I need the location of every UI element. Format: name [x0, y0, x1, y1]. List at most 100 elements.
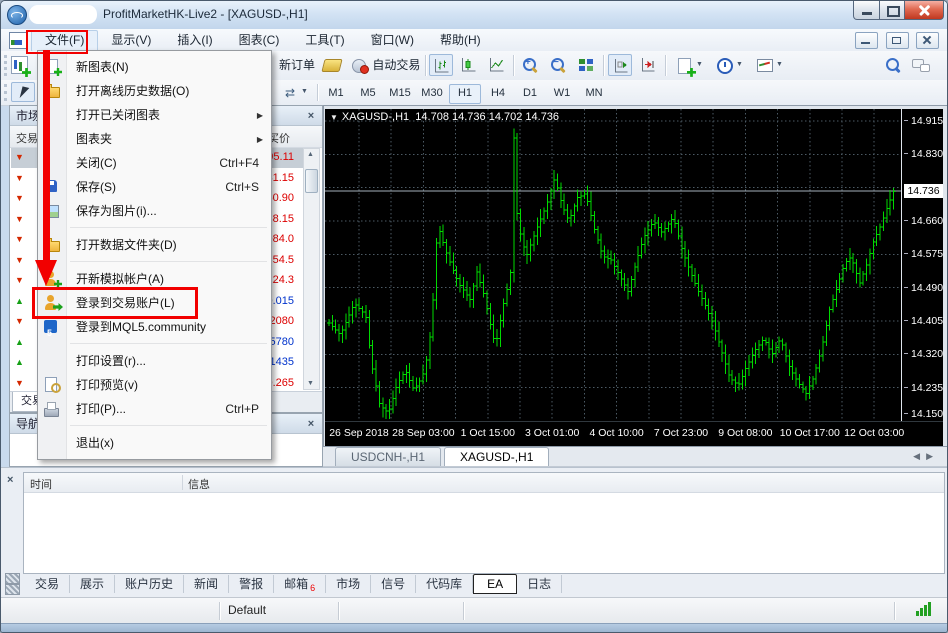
navigator-close-icon[interactable]: × [304, 417, 318, 431]
chat-button[interactable] [909, 54, 933, 76]
terminal-close-icon[interactable]: × [7, 474, 13, 486]
menu-item-open-offline[interactable]: 打开离线历史数据(O) [38, 79, 271, 103]
search-icon [884, 56, 902, 74]
price-scale[interactable]: 14.91514.83014.66014.57514.49014.40514.3… [902, 109, 944, 421]
menu-item-print-preview[interactable]: 打印预览(v) [38, 373, 271, 397]
new-order-button[interactable]: 新订单 [273, 54, 321, 76]
chart-window-icon[interactable] [9, 32, 27, 49]
tile-windows-icon [577, 56, 595, 74]
minimize-button[interactable] [853, 1, 880, 20]
mdi-close-button[interactable] [916, 32, 939, 49]
arrow-down-icon: ▼ [15, 255, 24, 265]
menu-item-print[interactable]: 打印(P)...Ctrl+P [38, 397, 271, 421]
timeframe-m15[interactable]: M15 [385, 84, 415, 102]
menu-item-open-closed-chart[interactable]: 打开已关闭图表▶ [38, 103, 271, 127]
timeframe-m30[interactable]: M30 [417, 84, 447, 102]
tab-codebase[interactable]: 代码库 [416, 575, 473, 593]
close-button[interactable] [904, 1, 944, 20]
zoom-out-button[interactable]: − [546, 54, 570, 76]
chart-tab-usdcnhh1[interactable]: USDCNH-,H1 [335, 447, 441, 466]
timeframe-m5[interactable]: M5 [353, 84, 383, 102]
menu-item-print-setup[interactable]: 打印设置(r)... [38, 349, 271, 373]
menu-item-save-picture[interactable]: 保存为图片(i)... [38, 199, 271, 223]
time-axis[interactable]: 26 Sep 201828 Sep 03:001 Oct 15:003 Oct … [325, 421, 945, 446]
tile-windows-button[interactable] [574, 54, 598, 76]
indicators-button[interactable]: ▼ [670, 54, 709, 76]
tab-journal[interactable]: 日志 [517, 575, 562, 593]
menubar-item-charts[interactable]: 图表(C) [226, 30, 293, 50]
menu-item-close[interactable]: 关闭(C)Ctrl+F4 [38, 151, 271, 175]
chart-candles-button[interactable] [457, 54, 481, 76]
tab-scroll-arrows[interactable]: ◀▶ [913, 451, 939, 462]
timeframe-w1[interactable]: W1 [547, 84, 577, 102]
arrow-down-icon: ▼ [15, 234, 24, 244]
tab-signals[interactable]: 信号 [371, 575, 416, 593]
scroll-down-icon[interactable]: ▼ [306, 380, 315, 387]
candlestick-icon [461, 57, 477, 73]
scrollbar-thumb[interactable] [305, 169, 318, 193]
maximize-button[interactable] [879, 1, 905, 20]
menu-item-exit[interactable]: 退出(x) [38, 431, 271, 455]
annotation-arrow-shaft [43, 50, 50, 264]
menu-item-profiles[interactable]: 图表夹▶ [38, 127, 271, 151]
tab-exposure[interactable]: 展示 [70, 575, 115, 593]
tab-ea[interactable]: EA [473, 574, 517, 594]
menubar-item-help[interactable]: 帮助(H) [427, 30, 494, 50]
zoom-in-button[interactable]: + [518, 54, 542, 76]
menubar-item-view[interactable]: 显示(V) [98, 30, 164, 50]
time-tick-label: 4 Oct 10:00 [589, 427, 643, 439]
menubar-item-tools[interactable]: 工具(T) [292, 30, 357, 50]
auto-scroll-button[interactable] [636, 54, 660, 76]
chart-tab-xagusdh1[interactable]: XAGUSD-,H1 [444, 447, 549, 466]
toolbar-drag-handle[interactable] [4, 55, 10, 76]
tab-trade[interactable]: 交易 [25, 575, 70, 593]
new-chart-icon[interactable] [11, 56, 28, 74]
menu-item-new-chart[interactable]: 新图表(N) [38, 55, 271, 79]
chart-plot[interactable]: ▼XAGUSD-,H1 14.708 14.736 14.702 14.736 [325, 109, 901, 421]
timeframe-h1[interactable]: H1 [449, 84, 481, 104]
eraser-icon[interactable] [321, 59, 342, 72]
market-watch-scrollbar[interactable]: ▲ ▼ [303, 148, 320, 390]
chart-bars-button[interactable] [429, 54, 453, 76]
cursor-tool-button[interactable] [11, 82, 35, 102]
time-tick-label: 1 Oct 15:00 [461, 427, 515, 439]
periods-button[interactable]: ▼ [710, 54, 749, 76]
tab-mailbox[interactable]: 邮箱6 [274, 575, 326, 593]
tab-mailbox-alerts[interactable]: 警报 [229, 575, 274, 593]
menubar-item-insert[interactable]: 插入(I) [164, 30, 225, 50]
chart-shift-button[interactable] [608, 54, 632, 76]
column-header-message[interactable]: 信息 [188, 476, 210, 492]
menu-item-data-folder[interactable]: 打开数据文件夹(D) [38, 233, 271, 257]
column-divider[interactable] [182, 475, 183, 490]
menu-separator [38, 257, 271, 267]
menu-item-save[interactable]: 保存(S)Ctrl+S [38, 175, 271, 199]
scroll-up-icon[interactable]: ▲ [306, 151, 315, 158]
search-button[interactable] [881, 54, 905, 76]
menu-item-label: 新图表(N) [76, 60, 129, 74]
timeframe-d1[interactable]: D1 [515, 84, 545, 102]
timeframe-h4[interactable]: H4 [483, 84, 513, 102]
time-tick-label: 26 Sep 2018 [329, 427, 389, 439]
chevron-down-icon: ▼ [736, 61, 743, 68]
tab-news[interactable]: 新闻 [184, 575, 229, 593]
autotrade-button[interactable]: 自动交易 [345, 54, 426, 76]
profile-label[interactable]: Default [228, 603, 266, 617]
chart-line-button[interactable] [485, 54, 509, 76]
mdi-minimize-button[interactable] [855, 32, 878, 49]
chat-icon [912, 56, 930, 74]
menu-item-label: 退出(x) [76, 436, 114, 450]
tab-account-history[interactable]: 账户历史 [115, 575, 184, 593]
timeframe-mn[interactable]: MN [579, 84, 609, 102]
price-tick-label: 14.320 [904, 348, 943, 360]
mdi-restore-button[interactable] [886, 32, 909, 49]
market-watch-close-icon[interactable]: × [304, 109, 318, 123]
templates-button[interactable]: ▼ [750, 54, 789, 76]
symbols-button[interactable]: ⇄▼ [275, 82, 314, 102]
menubar-item-window[interactable]: 窗口(W) [358, 30, 427, 50]
column-header-time[interactable]: 时间 [30, 476, 52, 492]
toolbar-drag-handle[interactable] [4, 84, 10, 101]
chevron-down-icon[interactable]: ▼ [330, 113, 338, 122]
chart-right-margin [943, 106, 948, 446]
timeframe-m1[interactable]: M1 [321, 84, 351, 102]
tab-market[interactable]: 市场 [326, 575, 371, 593]
